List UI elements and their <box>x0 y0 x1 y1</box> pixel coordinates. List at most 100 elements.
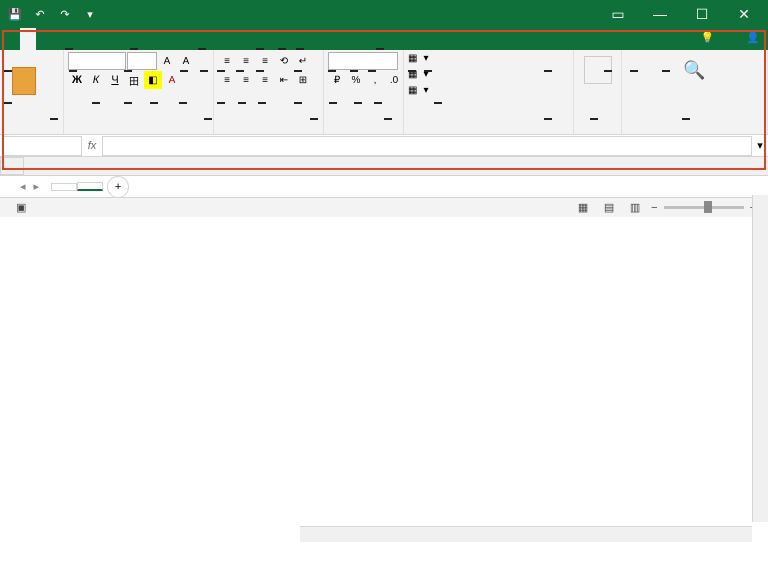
keytip <box>329 102 337 104</box>
keytip <box>590 118 598 120</box>
keytip <box>630 70 638 72</box>
increase-font-icon[interactable]: A <box>158 52 176 70</box>
zoom-slider[interactable] <box>664 206 744 209</box>
keytip <box>130 48 138 50</box>
tab-signin[interactable] <box>722 28 738 50</box>
orientation-icon[interactable]: ⟲ <box>275 52 293 70</box>
add-sheet-button[interactable]: + <box>107 176 129 198</box>
group-number <box>328 130 399 132</box>
tab-home[interactable] <box>20 28 36 50</box>
redo-icon[interactable]: ↷ <box>54 3 76 25</box>
italic-icon[interactable]: К <box>87 71 105 89</box>
keytip <box>354 102 362 104</box>
keytip <box>69 70 77 72</box>
merge-icon[interactable]: ⊞ <box>294 71 312 89</box>
wrap-icon[interactable]: ↵ <box>294 52 312 70</box>
keytip <box>236 70 244 72</box>
decrease-font-icon[interactable]: A <box>177 52 195 70</box>
qat-dropdown-icon[interactable]: ▾ <box>79 3 101 25</box>
percent-icon[interactable]: % <box>347 71 365 89</box>
tab-share[interactable]: 👤 <box>738 28 768 50</box>
group-clipboard <box>4 130 59 132</box>
align-left-icon[interactable]: ≡ <box>218 71 236 89</box>
expand-formula-icon[interactable]: ▾ <box>752 139 768 152</box>
font-size-input[interactable] <box>127 52 157 70</box>
keytip <box>179 102 187 104</box>
macro-record-icon[interactable]: ▣ <box>16 201 26 214</box>
tab-file[interactable] <box>4 28 20 50</box>
keytip <box>4 102 12 104</box>
keytip <box>198 48 206 50</box>
sheet-nav-prev-icon[interactable]: ◂ <box>20 180 26 193</box>
sheet-tab-2[interactable] <box>77 182 103 191</box>
sheet-tabs: ◂ ▸ + <box>0 175 768 197</box>
worksheet-grid <box>0 157 768 175</box>
tab-help[interactable]: 💡 <box>693 28 723 50</box>
tab-formulas[interactable] <box>68 28 84 50</box>
undo-icon[interactable]: ↶ <box>29 3 51 25</box>
page-break-icon[interactable]: ▥ <box>625 200 645 216</box>
keytip <box>434 102 442 104</box>
formula-bar: fx ▾ <box>0 135 768 157</box>
font-color-icon[interactable]: A <box>163 71 181 89</box>
border-icon[interactable]: 田 <box>125 71 143 89</box>
keytip <box>294 70 302 72</box>
sheet-nav-next-icon[interactable]: ▸ <box>34 180 40 193</box>
keytip <box>256 70 264 72</box>
indent-dec-icon[interactable]: ⇤ <box>275 71 293 89</box>
keytip <box>376 48 384 50</box>
align-bot-icon[interactable]: ≡ <box>256 52 274 70</box>
sheet-tab-1[interactable] <box>51 183 77 191</box>
formula-input[interactable] <box>102 136 752 156</box>
close-icon[interactable]: ✕ <box>724 0 764 28</box>
vertical-scrollbar[interactable] <box>752 195 768 522</box>
keytip <box>408 70 416 72</box>
inc-dec-icon[interactable]: .0 <box>385 71 403 89</box>
keytip <box>92 102 100 104</box>
maximize-icon[interactable]: ☐ <box>682 0 722 28</box>
keytip <box>296 48 304 50</box>
keytip <box>124 70 132 72</box>
keytip <box>328 70 336 72</box>
number-format-input[interactable] <box>328 52 398 70</box>
normal-view-icon[interactable]: ▦ <box>573 200 593 216</box>
keytip <box>4 70 12 72</box>
underline-icon[interactable]: Ч <box>106 71 124 89</box>
keytip <box>238 102 246 104</box>
name-box[interactable] <box>2 136 82 156</box>
tab-review[interactable] <box>100 28 116 50</box>
fx-icon[interactable]: fx <box>82 140 102 152</box>
keytip <box>180 70 188 72</box>
align-top-icon[interactable]: ≡ <box>218 52 236 70</box>
ribbon: A A Ж К Ч 田 ◧ A ≡ ≡ ≡ <box>0 50 768 135</box>
tab-layout[interactable] <box>52 28 68 50</box>
keytip <box>374 102 382 104</box>
currency-icon[interactable]: ₽ <box>328 71 346 89</box>
tab-data[interactable] <box>84 28 100 50</box>
tab-insert[interactable] <box>36 28 52 50</box>
find-icon[interactable]: 🔍 <box>683 60 705 81</box>
minimize-icon[interactable]: — <box>640 0 680 28</box>
save-icon[interactable]: 💾 <box>4 3 26 25</box>
tab-developer[interactable] <box>132 28 148 50</box>
group-align <box>218 130 319 132</box>
fill-color-icon[interactable]: ◧ <box>144 71 162 89</box>
align-center-icon[interactable]: ≡ <box>237 71 255 89</box>
cell-styles-button[interactable]: ▦ ▾ <box>408 84 428 97</box>
page-layout-icon[interactable]: ▤ <box>599 200 619 216</box>
keytip <box>604 70 612 72</box>
keytip <box>200 70 208 72</box>
group-editing <box>626 130 763 132</box>
align-mid-icon[interactable]: ≡ <box>237 52 255 70</box>
select-all-corner[interactable] <box>0 157 24 175</box>
align-right-icon[interactable]: ≡ <box>256 71 274 89</box>
tab-view[interactable] <box>116 28 132 50</box>
comma-icon[interactable]: , <box>366 71 384 89</box>
ribbon-options-icon[interactable]: ▭ <box>598 0 638 28</box>
horizontal-scrollbar[interactable] <box>300 526 752 542</box>
font-name-input[interactable] <box>68 52 126 70</box>
keytip <box>256 48 264 50</box>
bold-icon[interactable]: Ж <box>68 71 86 89</box>
conditional-format-button[interactable]: ▦ ▾ <box>408 52 428 65</box>
zoom-out-icon[interactable]: − <box>651 202 657 214</box>
